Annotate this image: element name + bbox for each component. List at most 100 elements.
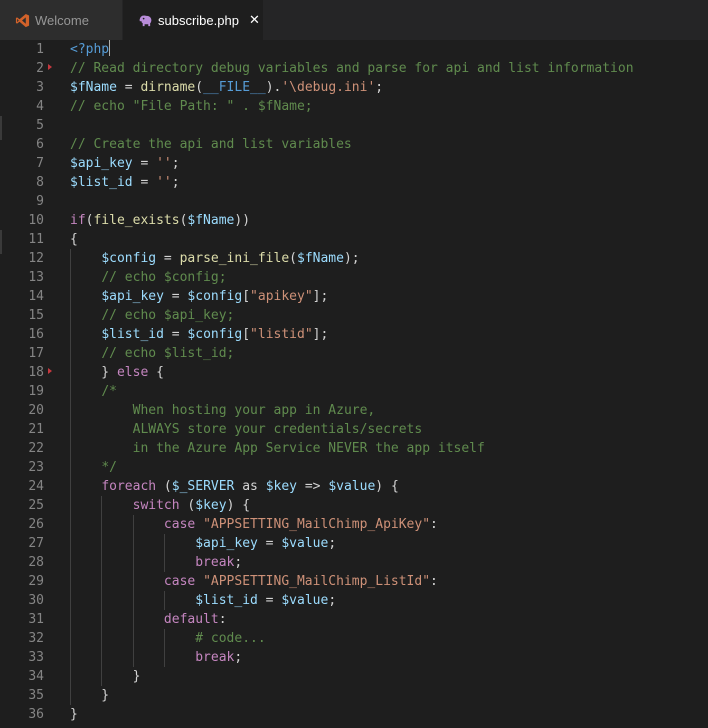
code-token: "apikey"	[250, 289, 313, 304]
code-line[interactable]: 8 $list_id = '';	[0, 173, 708, 192]
code-line[interactable]: 23 */	[0, 458, 708, 477]
code-token: (	[156, 479, 172, 494]
code-token: $api_key	[70, 156, 133, 171]
code-line[interactable]: 27 $api_key = $value;	[0, 534, 708, 553]
code-text: }	[70, 667, 141, 686]
code-token: // echo "File Path: " . $fName;	[70, 99, 313, 114]
code-line[interactable]: 32 # code...	[0, 629, 708, 648]
code-token: ''	[156, 156, 172, 171]
tab-welcome[interactable]: Welcome	[0, 0, 123, 40]
code-token: ;	[328, 593, 337, 608]
code-line[interactable]: 13 // echo $config;	[0, 268, 708, 287]
code-token: $api_key	[195, 536, 258, 551]
code-token: ;	[234, 555, 243, 570]
code-token: }	[70, 365, 117, 380]
code-line[interactable]: 14 $api_key = $config["apikey"];	[0, 287, 708, 306]
code-line[interactable]: 36}	[0, 705, 708, 724]
code-token: $value	[328, 479, 376, 494]
code-text: $api_key = $config["apikey"];	[70, 287, 328, 306]
code-token: $list_id	[101, 327, 164, 342]
code-token: :	[430, 574, 438, 589]
code-line[interactable]: 7 $api_key = '';	[0, 154, 708, 173]
code-line[interactable]: 16 $list_id = $config["listid"];	[0, 325, 708, 344]
indent-guide	[164, 629, 165, 667]
code-token: $list_id	[70, 175, 133, 190]
code-line[interactable]: 1 <?php	[0, 40, 708, 59]
code-line[interactable]: 15 // echo $api_key;	[0, 306, 708, 325]
line-number: 3	[36, 80, 44, 95]
tab-bar: Welcome subscribe.php ✕	[0, 0, 708, 40]
code-line[interactable]: 33 break;	[0, 648, 708, 667]
code-line[interactable]: 34 }	[0, 667, 708, 686]
indent-guide	[164, 591, 165, 610]
code-token: $value	[281, 593, 329, 608]
fold-marker-icon[interactable]	[48, 64, 52, 70]
code-token: $config	[101, 251, 157, 266]
code-token: break	[195, 555, 235, 570]
code-line[interactable]: 35 }	[0, 686, 708, 705]
fold-marker-icon[interactable]	[48, 368, 52, 374]
code-area[interactable]: 1 <?php 2 // Read directory debug variables…	[0, 40, 708, 728]
line-number: 32	[28, 631, 44, 646]
line-number: 18	[28, 365, 44, 380]
code-line[interactable]: 6 // Create the api and list variables	[0, 135, 708, 154]
code-line[interactable]: 9	[0, 192, 708, 211]
indent-guide	[101, 496, 102, 686]
code-text: // Create the api and list variables	[70, 135, 352, 154]
code-text: // echo $api_key;	[70, 306, 234, 325]
code-text: }	[70, 705, 78, 724]
code-text: break;	[70, 648, 242, 667]
code-line[interactable]: 31 default:	[0, 610, 708, 629]
text-cursor	[109, 40, 111, 56]
code-text: ALWAYS store your credentials/secrets	[70, 420, 423, 439]
code-line[interactable]: 10 if(file_exists($fName))	[0, 211, 708, 230]
code-token: ;	[171, 175, 180, 190]
code-line[interactable]: 4 // echo "File Path: " . $fName;	[0, 97, 708, 116]
code-token: ALWAYS store your credentials/secrets	[132, 422, 423, 437]
code-token: }	[70, 669, 141, 684]
code-line[interactable]: 17 // echo $list_id;	[0, 344, 708, 363]
code-line[interactable]: 18 } else {	[0, 363, 708, 382]
code-line[interactable]: 2 // Read directory debug variables and p…	[0, 59, 708, 78]
code-line[interactable]: 26 case "APPSETTING_MailChimp_ApiKey":	[0, 515, 708, 534]
code-line[interactable]: 19 /*	[0, 382, 708, 401]
line-number: 22	[28, 441, 44, 456]
code-token: ;	[171, 156, 180, 171]
code-line[interactable]: 25 switch ($key) {	[0, 496, 708, 515]
code-token: else	[116, 365, 149, 380]
code-token: $key	[195, 498, 227, 513]
code-line[interactable]: 30 $list_id = $value;	[0, 591, 708, 610]
line-number: 27	[28, 536, 44, 551]
code-line[interactable]: 22 in the Azure App Service NEVER the ap…	[0, 439, 708, 458]
code-token: {	[148, 365, 164, 380]
code-line[interactable]: 24 foreach ($_SERVER as $key => $value) …	[0, 477, 708, 496]
code-line[interactable]: 29 case "APPSETTING_MailChimp_ListId":	[0, 572, 708, 591]
code-text: // Read directory debug variables and pa…	[70, 59, 634, 78]
code-token: =	[163, 289, 188, 304]
code-line[interactable]: 11 {	[0, 230, 708, 249]
code-line[interactable]: 21 ALWAYS store your credentials/secrets	[0, 420, 708, 439]
code-token: '\debug.ini'	[281, 80, 376, 95]
close-icon[interactable]: ✕	[249, 12, 260, 28]
code-token: <?php	[70, 42, 110, 57]
code-text: {	[70, 230, 78, 249]
code-line[interactable]: 28 break;	[0, 553, 708, 572]
tab-subscribe-php[interactable]: subscribe.php ✕	[123, 0, 263, 40]
code-text: $list_id = $config["listid"];	[70, 325, 328, 344]
code-line[interactable]: 5	[0, 116, 708, 135]
code-token: $key	[265, 479, 298, 494]
code-token: $fName	[187, 213, 235, 228]
indent-guide	[70, 249, 71, 705]
code-line[interactable]: 3 $fName = dirname(__FILE__).'\debug.ini'…	[0, 78, 708, 97]
line-number: 4	[36, 99, 44, 114]
code-text: break;	[70, 553, 242, 572]
code-line[interactable]: 12 $config = parse_ini_file($fName);	[0, 249, 708, 268]
code-line[interactable]: 20 When hosting your app in Azure,	[0, 401, 708, 420]
